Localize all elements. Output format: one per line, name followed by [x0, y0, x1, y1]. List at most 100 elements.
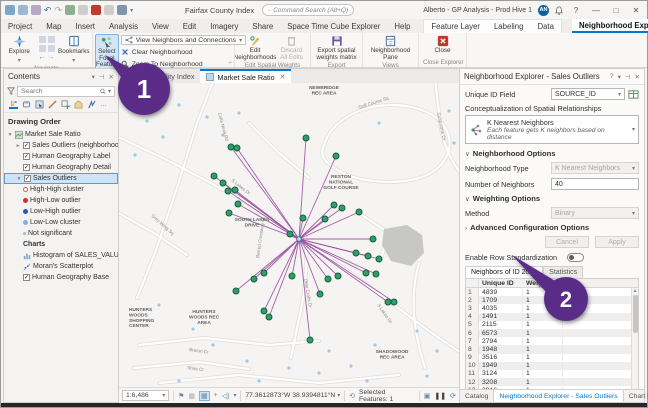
neighbor-point[interactable]	[373, 271, 379, 277]
weighting-options-header[interactable]: ∨Weighting Options	[465, 194, 639, 203]
neighbor-point[interactable]	[226, 210, 232, 216]
neighbor-point[interactable]	[307, 337, 313, 343]
previous-extent-icon[interactable]	[39, 45, 46, 52]
view-neighbors-dropdown[interactable]: View Neighbors and Connections ▾	[121, 35, 246, 45]
expander-icon[interactable]: ▸	[15, 143, 21, 149]
legend-item[interactable]: Not significant	[4, 228, 118, 239]
legend-item[interactable]: Low-High outlier	[4, 206, 118, 217]
pane-close-icon[interactable]: ✕	[635, 73, 640, 81]
discard-all-edits-button[interactable]: Discard All Edits	[275, 34, 308, 61]
table-scrollbar[interactable]: ▲▼	[631, 288, 638, 389]
bottom-tab-neighborhood-explorer-sales-outliers[interactable]: Neighborhood Explorer - Sales Outliers	[493, 390, 623, 402]
expander-icon[interactable]: ▾	[7, 132, 13, 138]
list-by-labeling-icon[interactable]	[74, 100, 83, 109]
neighbor-point[interactable]	[228, 144, 234, 150]
tab-analysis[interactable]: Analysis	[102, 19, 145, 33]
tab-map[interactable]: Map	[39, 19, 68, 33]
select-tool-icon[interactable]: ▣	[424, 392, 431, 400]
filter-icon[interactable]	[7, 87, 15, 95]
new-bookmark-icon[interactable]: ⚑	[178, 392, 184, 400]
table-row[interactable]: 340351	[466, 304, 638, 312]
layer-item[interactable]: ▾✓Sales Outliers	[4, 173, 118, 184]
notifications-icon[interactable]	[555, 6, 563, 15]
pane-menu-icon[interactable]: ▾	[92, 73, 95, 81]
bookmarks-button[interactable]: Bookmarks ▾	[58, 34, 91, 64]
number-of-neighbors-input[interactable]: 40	[551, 178, 639, 190]
neighbor-point[interactable]	[331, 202, 337, 208]
neighbor-point[interactable]	[289, 273, 295, 279]
neighbors-tab-0[interactable]: Neighbors of ID 2071	[465, 266, 543, 278]
export-spatial-weights-button[interactable]: Export spatial weights matrix	[314, 34, 360, 61]
tab-insert[interactable]: Insert	[68, 19, 102, 33]
neighbors-table[interactable]: Unique IDWeight 148391217091340351414911…	[465, 278, 639, 389]
neighbor-point[interactable]	[391, 299, 397, 305]
neighbor-point[interactable]	[251, 276, 257, 282]
neighbor-point[interactable]	[363, 270, 369, 276]
bookmarks-dropdown-icon[interactable]: ▾	[72, 57, 75, 64]
neighbor-point[interactable]	[220, 180, 226, 186]
python-icon[interactable]	[117, 5, 127, 15]
list-by-charts-icon[interactable]	[87, 100, 96, 109]
legend-item[interactable]: High-Low outlier	[4, 195, 118, 206]
focal-feature-point[interactable]	[297, 237, 302, 242]
contents-search-input[interactable]: ▾	[17, 86, 115, 97]
conceptualization-select[interactable]: K Nearest Neighbors Each feature gets K …	[465, 115, 639, 144]
table-row[interactable]: 1329161	[466, 386, 638, 389]
sound-icon[interactable]: ◁)	[222, 392, 230, 400]
legend-item[interactable]: Low-Low cluster	[4, 217, 118, 228]
neighbors-tab-1[interactable]: Statistics	[543, 266, 583, 278]
field-table-icon[interactable]	[628, 89, 639, 100]
neighbor-point[interactable]	[303, 135, 309, 141]
legend-item[interactable]: High-High cluster	[4, 184, 118, 195]
forward-arrow-icon[interactable]: →	[48, 54, 55, 61]
table-row[interactable]: 1232081	[466, 378, 638, 386]
layer-item[interactable]: ✓Human Geography Detail	[4, 162, 118, 173]
layer-item[interactable]: ✓Human Geography Base	[4, 272, 118, 283]
neighbor-point[interactable]	[300, 215, 306, 221]
layer-checkbox[interactable]: ✓	[23, 274, 30, 281]
tab-share[interactable]: Share	[245, 19, 280, 33]
avatar[interactable]: AN	[538, 5, 549, 16]
maximize-icon[interactable]: □	[609, 6, 623, 15]
pin-icon[interactable]: ⊣	[99, 73, 105, 81]
apply-button[interactable]: Apply	[595, 236, 639, 248]
layer-item[interactable]: ▸✓Sales Outliers (neighborhood)	[4, 140, 118, 151]
tab-project[interactable]: Project	[1, 19, 39, 33]
selected-features-count[interactable]: Selected Features: 1	[359, 389, 415, 403]
tab-labeling[interactable]: Labeling	[487, 20, 530, 33]
neighbor-point[interactable]	[370, 236, 376, 242]
cancel-button[interactable]: Cancel	[545, 236, 589, 248]
table-row[interactable]: 1131241	[466, 370, 638, 378]
layer-item[interactable]: ✓Human Geography Label	[4, 151, 118, 162]
table-row[interactable]: 217091	[466, 296, 638, 304]
full-extent-icon[interactable]	[39, 36, 46, 43]
add-overlay-icon[interactable]: +	[214, 392, 218, 399]
neighbor-point[interactable]	[211, 173, 217, 179]
layer-checkbox[interactable]: ✓	[23, 164, 30, 171]
close-pane-icon[interactable]: ✕	[109, 73, 114, 81]
grid-icon[interactable]: ▦	[199, 391, 210, 401]
expander-icon[interactable]: ▾	[16, 176, 22, 182]
status-more-icon[interactable]: ▾	[233, 392, 236, 399]
locate-icon[interactable]	[78, 5, 88, 15]
neighbor-point[interactable]	[287, 231, 293, 237]
tab-view[interactable]: View	[145, 19, 176, 33]
command-search[interactable]: Command Search (Alt+Q)	[262, 4, 354, 16]
row-standardization-toggle[interactable]	[567, 253, 584, 262]
map-icon[interactable]	[65, 5, 75, 15]
map-canvas[interactable]: NEWBRIDGEREC AREAGolf Course SqSoapstone…	[119, 83, 459, 387]
new-project-icon[interactable]	[5, 5, 15, 15]
neighbor-point[interactable]	[353, 250, 359, 256]
tab-feature-layer[interactable]: Feature Layer	[424, 20, 487, 33]
save-project-icon[interactable]	[31, 5, 41, 15]
explore-dropdown-icon[interactable]: ▾	[18, 57, 21, 64]
table-row[interactable]: 414911	[466, 313, 638, 321]
neighbor-point[interactable]	[234, 145, 240, 151]
table-row[interactable]: 148391	[466, 288, 638, 296]
neighbor-point[interactable]	[235, 201, 241, 207]
list-by-selection-icon[interactable]	[35, 100, 44, 109]
help-icon[interactable]: ?	[569, 6, 583, 15]
neighbor-point[interactable]	[385, 299, 391, 305]
neighbor-point[interactable]	[339, 205, 345, 211]
more-options-icon[interactable]: …	[100, 101, 107, 108]
